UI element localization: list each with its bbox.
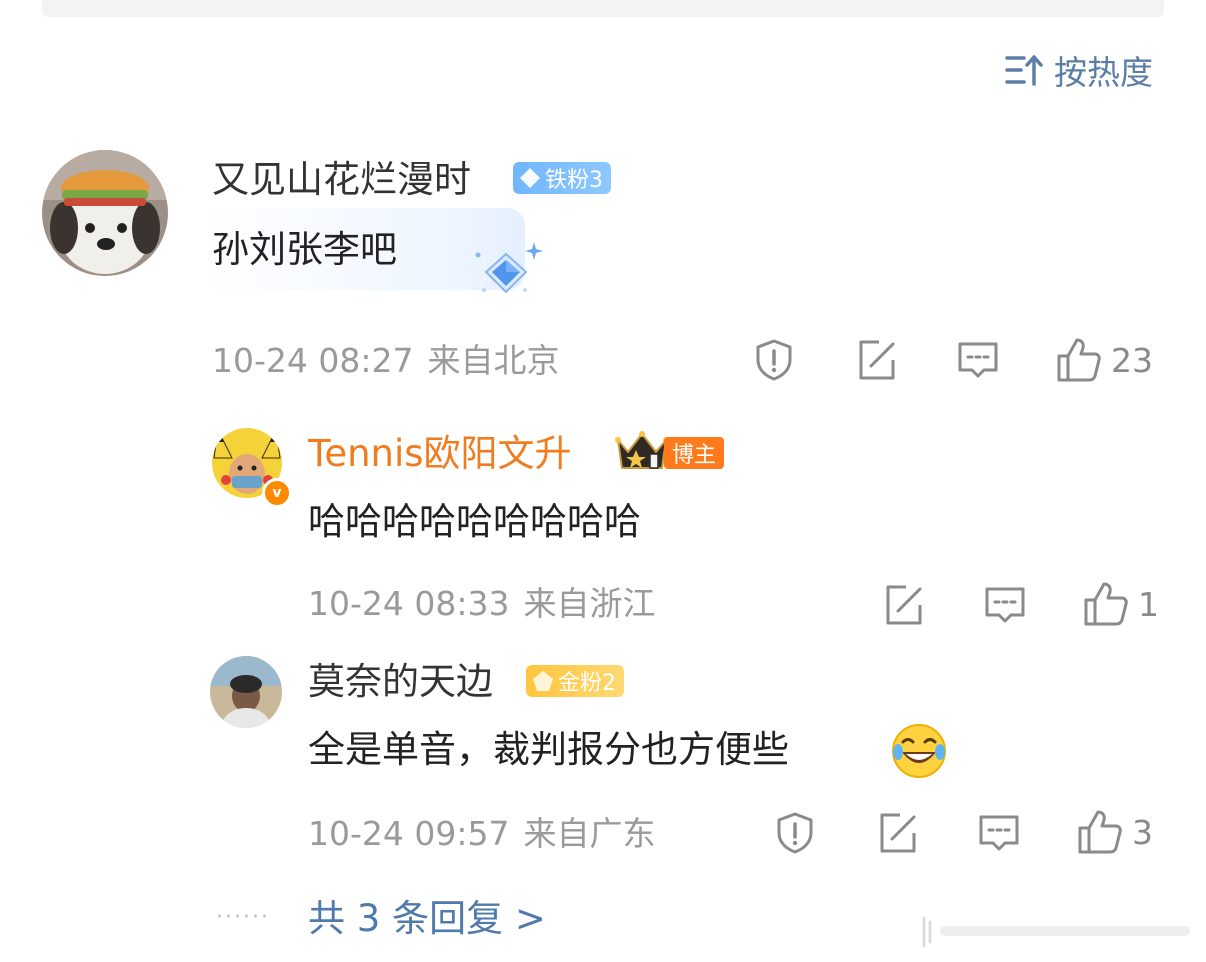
avatar[interactable] bbox=[42, 150, 168, 276]
comment-text: 孙刘张李吧 bbox=[212, 228, 397, 271]
reply-meta: 10-24 08:33 来自浙江 bbox=[308, 584, 655, 624]
sort-hot-button[interactable]: 按热度 bbox=[1004, 48, 1153, 92]
share-icon bbox=[886, 585, 922, 625]
thumbs-up-icon bbox=[1078, 810, 1122, 854]
timestamp: 10-24 09:57 bbox=[308, 814, 510, 853]
reply-button[interactable] bbox=[983, 583, 1027, 627]
share-icon bbox=[859, 340, 895, 380]
user-name[interactable]: 莫奈的天边 bbox=[308, 660, 493, 704]
laugh-cry-emoji-icon bbox=[892, 724, 946, 778]
reply-meta: 10-24 09:57 来自广东 bbox=[308, 814, 655, 854]
report-shield-icon bbox=[777, 812, 813, 854]
verified-badge: v bbox=[262, 478, 292, 508]
reply-button[interactable] bbox=[956, 338, 1000, 382]
thumbs-up-icon bbox=[1084, 582, 1128, 626]
like-count: 3 bbox=[1132, 812, 1153, 852]
user-name[interactable]: 又见山花烂漫时 bbox=[212, 158, 471, 202]
comment-icon bbox=[958, 342, 998, 378]
thumbs-up-icon bbox=[1057, 338, 1101, 382]
sort-icon bbox=[1005, 55, 1043, 86]
like-button[interactable]: 23 bbox=[1055, 336, 1153, 384]
watermark-logo bbox=[922, 916, 1190, 948]
location: 来自北京 bbox=[427, 341, 560, 380]
location: 来自广东 bbox=[523, 814, 656, 853]
sort-label: 按热度 bbox=[1054, 53, 1153, 92]
gold-fan-badge: 金粉2 bbox=[526, 665, 624, 697]
top-separator bbox=[42, 0, 1164, 17]
like-button[interactable]: 1 bbox=[1082, 580, 1159, 628]
timestamp: 10-24 08:33 bbox=[308, 584, 510, 623]
reply-text: 哈哈哈哈哈哈哈哈哈 bbox=[308, 500, 641, 543]
iron-fan-badge: 铁粉3 bbox=[513, 162, 611, 194]
share-button[interactable] bbox=[882, 583, 926, 627]
reply-text: 全是单音，裁判报分也方便些 bbox=[308, 728, 789, 771]
gold-diamond-icon bbox=[533, 671, 553, 691]
report-button[interactable] bbox=[773, 811, 817, 855]
more-replies-link[interactable]: 共 3 条回复 > bbox=[308, 895, 546, 943]
report-shield-icon bbox=[756, 339, 792, 381]
share-button[interactable] bbox=[855, 338, 899, 382]
avatar[interactable] bbox=[210, 656, 282, 728]
more-replies-dots: ······ bbox=[216, 905, 270, 930]
reply-button[interactable] bbox=[977, 811, 1021, 855]
diamond-icon bbox=[520, 168, 540, 188]
user-name[interactable]: Tennis欧阳文升 bbox=[308, 432, 572, 476]
location: 来自浙江 bbox=[523, 584, 656, 623]
like-count: 1 bbox=[1138, 584, 1159, 624]
share-icon bbox=[880, 813, 916, 853]
blogger-badge: 博主 bbox=[664, 437, 725, 469]
like-button[interactable]: 3 bbox=[1076, 808, 1153, 856]
share-button[interactable] bbox=[876, 811, 920, 855]
crown-icon bbox=[615, 431, 669, 469]
person-photo-avatar-icon bbox=[210, 656, 282, 728]
diamond-sparkle-icon bbox=[475, 242, 543, 294]
report-button[interactable] bbox=[752, 338, 796, 382]
comment-icon bbox=[979, 815, 1019, 851]
timestamp: 10-24 08:27 bbox=[212, 341, 414, 380]
comment-meta: 10-24 08:27 来自北京 bbox=[212, 341, 559, 381]
dog-with-hat-avatar-icon bbox=[42, 150, 168, 276]
like-count: 23 bbox=[1111, 340, 1153, 380]
comment-icon bbox=[985, 587, 1025, 623]
